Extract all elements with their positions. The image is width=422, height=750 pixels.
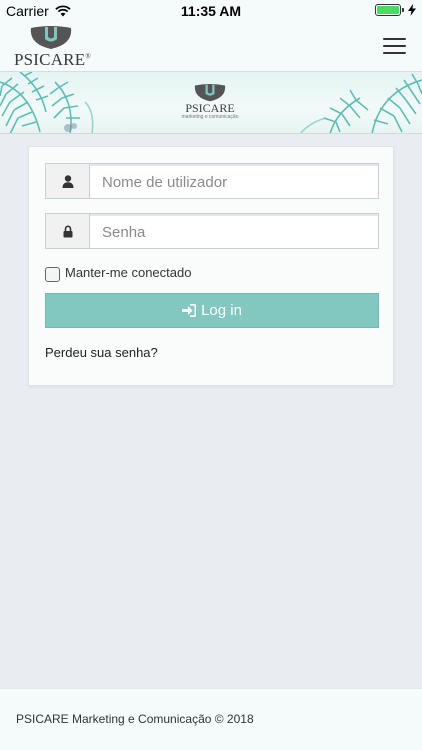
psicare-logo-mark-icon [194, 84, 226, 102]
banner-brand-name: PSICARE [185, 101, 235, 115]
battery-indicator [375, 4, 416, 16]
banner-tagline: marketing e comunicação [181, 114, 239, 120]
battery-icon [375, 4, 404, 16]
clock: 11:35 AM [180, 3, 242, 19]
hamburger-menu-button[interactable] [383, 38, 406, 54]
header-banner: PSICARE marketing e comunicação [0, 72, 422, 134]
banner-logo: PSICARE marketing e comunicação [178, 84, 242, 130]
password-input[interactable] [90, 214, 378, 248]
password-group [45, 213, 379, 249]
remember-me[interactable]: Manter-me conectado [45, 263, 191, 282]
username-addon [46, 164, 90, 198]
remember-label: Manter-me conectado [65, 265, 192, 280]
login-button[interactable]: Log in [45, 293, 379, 328]
username-group [45, 163, 379, 199]
footer: PSICARE Marketing e Comunicação © 2018 [0, 688, 422, 750]
remember-checkbox[interactable] [45, 267, 60, 282]
login-panel: Manter-me conectado Log in Perdeu sua se… [28, 146, 394, 386]
hamburger-icon [383, 38, 406, 40]
password-addon [46, 214, 90, 248]
sign-in-icon [182, 304, 197, 317]
brand-name: PSICARE® [14, 50, 91, 69]
status-bar: Carrier 11:35 AM [0, 0, 422, 22]
top-navbar: PSICARE® [0, 22, 422, 72]
user-icon [62, 174, 73, 188]
footer-copyright: PSICARE Marketing e Comunicação © 2018 [16, 712, 254, 726]
lost-password-link[interactable]: Perdeu sua senha? [45, 345, 158, 360]
brand-logo[interactable]: PSICARE® [14, 26, 91, 70]
login-button-label: Log in [201, 302, 242, 319]
psicare-logo-mark-icon [30, 26, 72, 49]
lock-icon [63, 225, 72, 237]
charging-bolt-icon [408, 4, 416, 16]
username-input[interactable] [90, 164, 378, 198]
